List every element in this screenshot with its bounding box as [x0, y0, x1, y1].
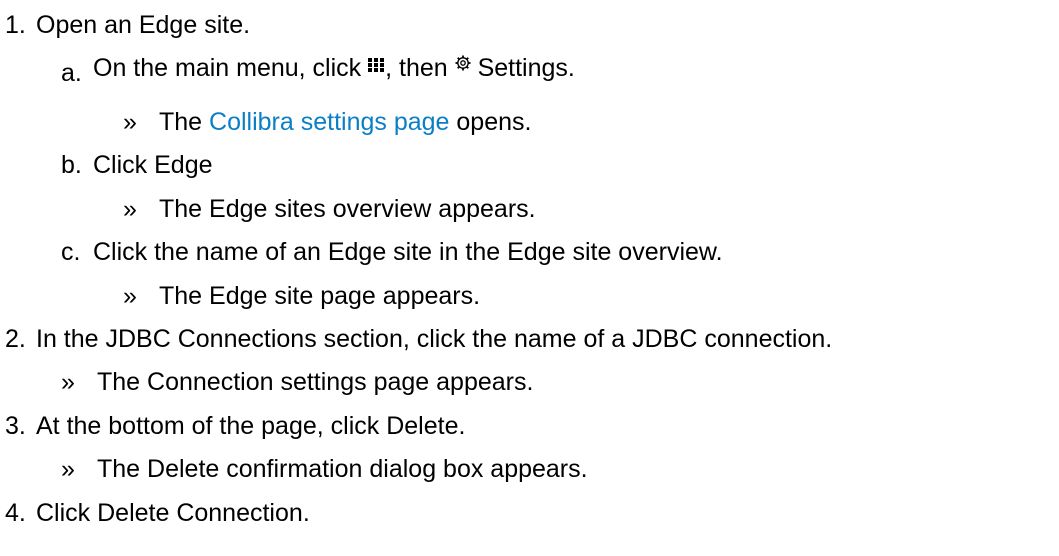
substep-letter: c. — [61, 238, 81, 266]
result-a: » The Collibra settings page opens. — [123, 107, 531, 137]
substep-b: b. Click Edge — [61, 150, 213, 180]
substep-text-mid: , then — [385, 54, 455, 82]
substep-text: On the main menu, click — [93, 54, 369, 82]
step-3: 3. At the bottom of the page, click Delet… — [5, 411, 465, 441]
result-marker: » — [123, 108, 137, 136]
edge-label: Edge — [154, 151, 213, 179]
connection-settings-label: Connection settings — [147, 368, 367, 396]
apps-grid-icon — [368, 57, 385, 73]
result-text-end: opens. — [449, 108, 532, 136]
step-number: 1. — [5, 11, 26, 39]
result-text-end: page appears. — [366, 368, 534, 396]
settings-gear-icon — [455, 55, 471, 71]
result-text: The Edge site page appears. — [159, 282, 481, 310]
step-1: 1. Open an Edge site. — [5, 10, 250, 40]
substep-c: c. Click the name of an Edge site in the … — [61, 237, 723, 267]
step-text: Open an Edge site. — [36, 11, 251, 39]
settings-label: Settings — [477, 54, 568, 82]
result-marker: » — [123, 195, 137, 223]
result-marker: » — [61, 455, 75, 483]
step-text: Click — [36, 499, 98, 527]
result-c: » The Edge site page appears. — [123, 281, 480, 311]
result-step-2: » The Connection settings page appears. — [61, 367, 533, 397]
result-text-end: dialog box appears. — [362, 455, 588, 483]
substep-text-end: . — [567, 54, 575, 82]
step-text: At the bottom of the page, click — [36, 412, 387, 440]
result-text: The Edge sites overview appears. — [159, 195, 536, 223]
substep-text: Click — [93, 151, 155, 179]
result-marker: » — [61, 368, 75, 396]
delete-confirmation-label: Delete confirmation — [147, 455, 363, 483]
step-number: 2. — [5, 325, 26, 353]
delete-label: Delete — [386, 412, 459, 440]
substep-letter: a. — [61, 59, 82, 87]
substep-text: Click the name of an Edge site in the Ed… — [93, 238, 723, 266]
substep-a: a. On the main menu, click , then Setting… — [61, 53, 575, 87]
step-text-end: . — [458, 412, 466, 440]
collibra-settings-link[interactable]: Collibra settings page — [209, 108, 449, 136]
step-text: In the JDBC Connections section, click t… — [36, 325, 833, 353]
step-number: 4. — [5, 499, 26, 527]
result-text: The — [97, 368, 148, 396]
result-text: The — [97, 455, 148, 483]
step-text-end: . — [302, 499, 310, 527]
result-b: » The Edge sites overview appears. — [123, 194, 536, 224]
step-4: 4. Click Delete Connection. — [5, 498, 310, 528]
result-step-3: » The Delete confirmation dialog box appe… — [61, 454, 588, 484]
step-number: 3. — [5, 412, 26, 440]
result-text: The — [159, 108, 210, 136]
step-2: 2. In the JDBC Connections section, click… — [5, 324, 832, 354]
result-marker: » — [123, 282, 137, 310]
delete-connection-label: Delete Connection — [97, 499, 303, 527]
substep-letter: b. — [61, 151, 82, 179]
